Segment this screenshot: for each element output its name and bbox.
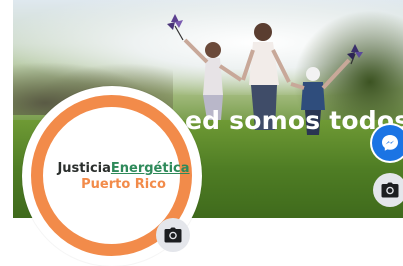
logo-word-energetica: Energética <box>110 161 190 176</box>
brand-logo: JusticiaEnergética Puerto Rico <box>43 161 204 192</box>
camera-icon <box>381 182 399 198</box>
messenger-icon <box>382 135 398 151</box>
logo-word-puerto-rico: Puerto Rico <box>81 177 166 192</box>
messenger-button[interactable] <box>372 125 403 161</box>
camera-icon <box>164 227 182 243</box>
logo-word-justicia: Justicia <box>57 161 111 176</box>
edit-cover-photo-button[interactable] <box>373 173 403 207</box>
cover-overlay-text: ed somos todos <box>185 106 403 135</box>
update-profile-picture-button[interactable] <box>156 218 190 252</box>
